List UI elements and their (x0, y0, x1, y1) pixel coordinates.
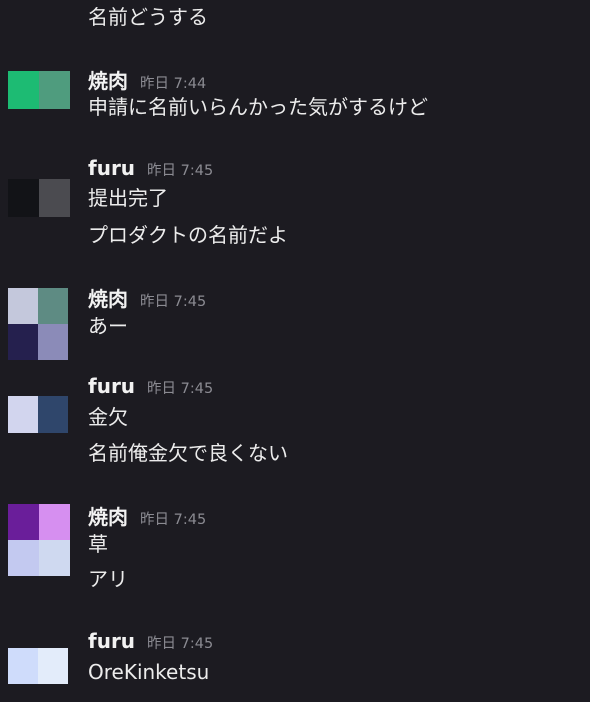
message-header: 焼肉 昨日 7:45 (88, 283, 206, 312)
author-name[interactable]: 焼肉 (88, 283, 128, 312)
avatar-tile (8, 396, 38, 415)
avatar-tile (8, 414, 38, 433)
avatar-tile (8, 540, 39, 576)
avatar-tile (8, 504, 39, 540)
message-header: furu 昨日 7:45 (88, 374, 213, 400)
timestamp[interactable]: 昨日 7:45 (140, 508, 206, 529)
message-text: OreKinketsu (88, 660, 210, 684)
author-name[interactable]: furu (88, 629, 135, 653)
avatar[interactable] (8, 648, 68, 684)
avatar-tile (8, 648, 38, 666)
message-header: furu 昨日 7:45 (88, 629, 213, 655)
avatar-tile (39, 504, 70, 540)
avatar[interactable] (8, 179, 70, 217)
message-text: アリ (88, 567, 128, 591)
message-text: 金欠 (88, 405, 128, 429)
avatar-tile (8, 666, 38, 684)
avatar-tile (39, 179, 70, 198)
avatar-tile (38, 414, 68, 433)
message-header: furu 昨日 7:45 (88, 156, 213, 182)
message-header: 焼肉 昨日 7:45 (88, 501, 206, 530)
timestamp[interactable]: 昨日 7:45 (147, 632, 213, 653)
message-header: 焼肉 昨日 7:44 (88, 65, 206, 94)
avatar[interactable] (8, 504, 70, 576)
message-text: 提出完了 (88, 186, 168, 210)
timestamp[interactable]: 昨日 7:44 (140, 72, 206, 93)
timestamp[interactable]: 昨日 7:45 (140, 290, 206, 311)
avatar-tile (8, 71, 39, 90)
avatar-tile (8, 198, 39, 217)
timestamp[interactable]: 昨日 7:45 (147, 159, 213, 180)
message-text: プロダクトの名前だよ (88, 223, 288, 247)
avatar[interactable] (8, 288, 68, 360)
avatar-tile (8, 179, 39, 198)
message-text: 申請に名前いらんかった気がするけど (88, 95, 428, 119)
message-text: あー (88, 314, 128, 338)
author-name[interactable]: furu (88, 374, 135, 398)
timestamp[interactable]: 昨日 7:45 (147, 377, 213, 398)
avatar[interactable] (8, 71, 70, 109)
avatar-tile (8, 288, 38, 324)
avatar-tile (38, 324, 68, 360)
author-name[interactable]: 焼肉 (88, 65, 128, 94)
avatar-tile (38, 288, 68, 324)
author-name[interactable]: 焼肉 (88, 501, 128, 530)
avatar[interactable] (8, 396, 68, 433)
avatar-tile (38, 666, 68, 684)
avatar-tile (39, 540, 70, 576)
avatar-tile (38, 396, 68, 415)
chat-message-list[interactable]: 名前どうする 焼肉 昨日 7:44 申請に名前いらんかった気がするけど furu… (0, 0, 590, 702)
avatar-tile (39, 90, 70, 109)
message-text: 草 (88, 532, 108, 556)
message-text: 名前俺金欠で良くない (88, 441, 288, 465)
avatar-tile (8, 90, 39, 109)
avatar-tile (8, 324, 38, 360)
author-name[interactable]: furu (88, 156, 135, 180)
avatar-tile (39, 71, 70, 90)
message-text: 名前どうする (88, 5, 208, 29)
avatar-tile (38, 648, 68, 666)
avatar-tile (39, 198, 70, 217)
